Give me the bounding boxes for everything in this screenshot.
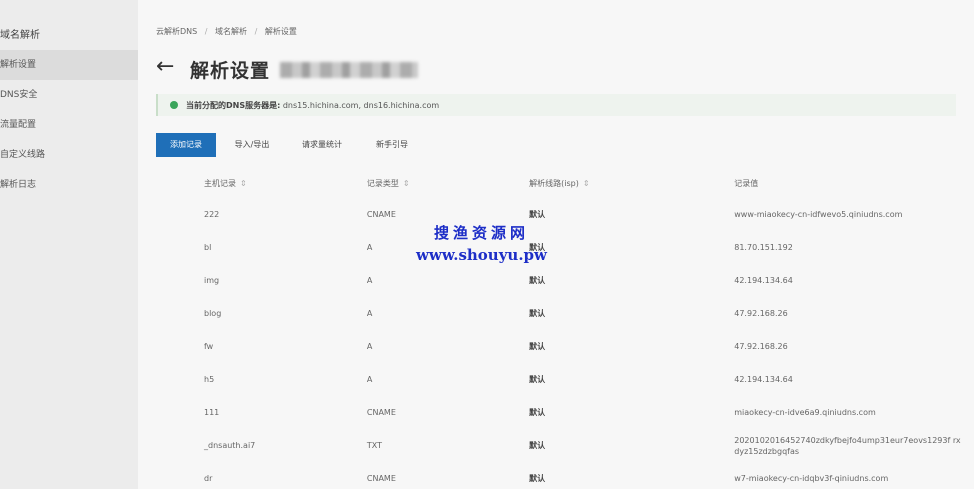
cell-value: 42.194.134.64 [734, 276, 793, 285]
cell-host: img [204, 276, 220, 285]
guide-button[interactable]: 新手引导 [362, 133, 422, 157]
watermark: 搜渔资源网 www.shouyu.pw [416, 222, 547, 264]
breadcrumb: 云解析DNS / 域名解析 / 解析设置 [156, 26, 302, 37]
cell-type: A [366, 309, 373, 318]
cell-line: 默认 [529, 243, 546, 252]
table-row[interactable]: 222 CNAME 默认 www-miaokecy-cn-idfwevo5.qi… [204, 198, 974, 231]
page-title: 解析设置 [190, 60, 271, 82]
cell-type: A [366, 375, 373, 384]
cell-host: 111 [204, 408, 220, 417]
dns-server-notice: 当前分配的DNS服务器是: dns15.hichina.com, dns16.h… [156, 94, 956, 116]
table-row[interactable]: bl A 默认 81.70.151.192 [204, 231, 974, 264]
cell-line: 默认 [529, 375, 546, 384]
cell-host: bl [204, 243, 212, 252]
breadcrumb-current: 解析设置 [264, 27, 297, 36]
cell-line: 默认 [529, 309, 546, 318]
table-row[interactable]: blog A 默认 47.92.168.26 [204, 297, 974, 330]
notice-servers: dns15.hichina.com, dns16.hichina.com [282, 101, 440, 110]
add-record-button[interactable]: 添加记录 [156, 133, 216, 157]
sort-icon: ⇕ [402, 178, 410, 188]
main-content: 云解析DNS / 域名解析 / 解析设置 ← 解析设置 当前分配的DNS服务器是… [138, 0, 974, 489]
cell-value: www-miaokecy-cn-idfwevo5.qiniudns.com [734, 210, 903, 219]
watermark-text: 搜渔资源网 [433, 224, 529, 242]
cell-host: _dnsauth.ai7 [204, 441, 256, 450]
table-row[interactable]: 111 CNAME 默认 miaokecy-cn-idve6a9.qiniudn… [204, 396, 974, 429]
check-circle-icon [170, 101, 178, 109]
sort-icon: ⇕ [582, 178, 590, 188]
breadcrumb-separator: / [254, 27, 258, 36]
records-table: 主机记录 ⇕ 记录类型 ⇕ 解析线路(isp) ⇕ 记录值 222 CNAME 默认 … [204, 168, 974, 489]
cell-value: w7-miaokecy-cn-idqbv3f-qiniudns.com [734, 474, 889, 483]
table-row[interactable]: img A 默认 42.194.134.64 [204, 264, 974, 297]
header-host[interactable]: 主机记录 ⇕ [204, 168, 367, 198]
sidebar-item-resolve-log[interactable]: 解析日志 [0, 170, 138, 200]
sidebar-item-resolve-settings[interactable]: 解析设置 [0, 50, 138, 80]
sidebar-title: 域名解析 [0, 30, 40, 41]
cell-type: TXT [366, 441, 383, 450]
cell-host: blog [204, 309, 222, 318]
cell-value: 2020102016452740zdkyfbejfo4ump31eur7eovs… [734, 435, 961, 456]
cell-value: 47.92.168.26 [734, 342, 788, 351]
table-row[interactable]: fw A 默认 47.92.168.26 [204, 330, 974, 363]
request-stats-button[interactable]: 请求量统计 [288, 133, 356, 157]
sort-icon: ⇕ [240, 178, 247, 188]
cell-value: 42.194.134.64 [734, 375, 793, 384]
table-header: 主机记录 ⇕ 记录类型 ⇕ 解析线路(isp) ⇕ 记录值 [204, 168, 974, 198]
breadcrumb-dns[interactable]: 云解析DNS [156, 27, 197, 36]
cell-type: CNAME [366, 408, 396, 417]
cell-value: 81.70.151.192 [734, 243, 793, 252]
redacted-domain [280, 62, 418, 78]
cell-type: A [366, 276, 373, 285]
notice-label: 当前分配的DNS服务器是: [186, 101, 281, 110]
header-value: 记录值 [734, 178, 759, 188]
table-row[interactable]: h5 A 默认 42.194.134.64 [204, 363, 974, 396]
breadcrumb-separator: / [204, 27, 208, 36]
cell-line: 默认 [529, 210, 546, 219]
cell-line: 默认 [529, 441, 546, 450]
back-arrow-icon[interactable]: ← [156, 54, 174, 80]
header-type[interactable]: 记录类型 ⇕ [367, 168, 529, 198]
sidebar-item-custom-line[interactable]: 自定义线路 [0, 140, 138, 170]
cell-host: h5 [204, 375, 215, 384]
breadcrumb-domain[interactable]: 域名解析 [215, 27, 247, 36]
cell-type: CNAME [366, 474, 396, 483]
cell-line: 默认 [529, 474, 546, 483]
cell-line: 默认 [529, 408, 546, 417]
cell-value: miaokecy-cn-idve6a9.qiniudns.com [734, 408, 876, 417]
header-line[interactable]: 解析线路(isp) ⇕ [529, 168, 734, 198]
watermark-url: www.shouyu.pw [416, 246, 547, 264]
cell-host: 222 [204, 210, 220, 219]
sidebar-item-dns-security[interactable]: DNS安全 [0, 80, 138, 110]
cell-type: A [366, 342, 373, 351]
cell-line: 默认 [529, 342, 546, 351]
import-export-button[interactable]: 导入/导出 [222, 133, 282, 157]
table-row[interactable]: _dnsauth.ai7 TXT 默认 2020102016452740zdky… [204, 429, 974, 462]
cell-host: dr [204, 474, 213, 483]
sidebar-item-traffic-config[interactable]: 流量配置 [0, 110, 138, 140]
cell-host: fw [204, 342, 214, 351]
sidebar: 域名解析 解析设置 DNS安全 流量配置 自定义线路 解析日志 [0, 0, 138, 489]
table-row[interactable]: dr CNAME 默认 w7-miaokecy-cn-idqbv3f-qiniu… [204, 462, 974, 489]
cell-line: 默认 [529, 276, 546, 285]
cell-value: 47.92.168.26 [734, 309, 788, 318]
